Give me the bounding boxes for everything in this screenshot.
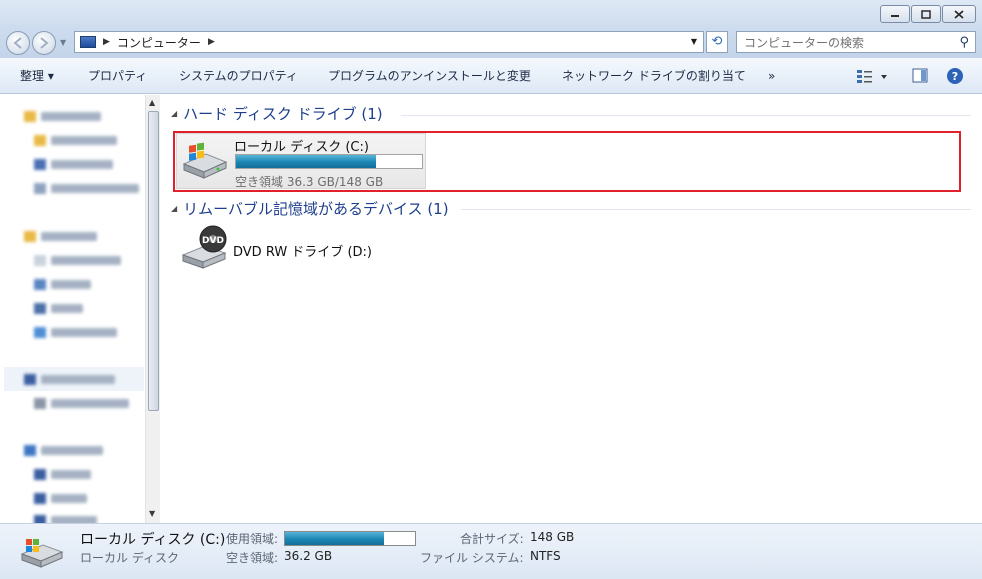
red-highlight-box xyxy=(173,131,961,192)
nav-item[interactable] xyxy=(24,228,97,244)
group-title-removable: リムーバブル記憶域があるデバイス (1) xyxy=(183,200,449,218)
details-fs-value: NTFS xyxy=(530,549,561,563)
nav-item[interactable] xyxy=(34,324,117,340)
nav-scrollbar[interactable]: ▲ ▼ xyxy=(145,95,160,523)
collapse-triangle-icon[interactable]: ◢ xyxy=(171,109,177,118)
title-bar xyxy=(0,0,982,28)
details-free-value: 36.2 GB xyxy=(284,549,333,563)
nav-item[interactable] xyxy=(34,276,91,292)
minimize-icon xyxy=(891,15,899,17)
close-icon xyxy=(954,9,964,19)
search-icon[interactable]: ⚲ xyxy=(959,35,969,50)
breadcrumb-separator-icon[interactable]: ▶ xyxy=(208,37,215,47)
forward-arrow-icon xyxy=(40,37,49,49)
refresh-icon: ⟲ xyxy=(711,34,723,49)
details-total-value: 148 GB xyxy=(530,530,575,544)
details-pane: ローカル ディスク (C:) ローカル ディスク 使用領域: 空き領域: 36.… xyxy=(0,523,982,579)
computer-icon xyxy=(80,36,96,48)
search-placeholder: コンピューターの検索 xyxy=(744,35,865,50)
window-controls xyxy=(880,5,976,23)
group-divider xyxy=(401,115,971,116)
close-button[interactable] xyxy=(942,5,976,23)
minimize-button[interactable] xyxy=(880,5,910,23)
scroll-up-icon[interactable]: ▲ xyxy=(149,98,155,107)
address-row: ▼ ▶ コンピューター ▶ ▼ ⟲ コンピューターの検索 ⚲ xyxy=(0,28,982,58)
navigation-pane: ▲ ▼ xyxy=(0,95,160,526)
address-bar[interactable]: ▶ コンピューター ▶ ▼ xyxy=(74,31,704,53)
preview-pane-button[interactable] xyxy=(911,67,929,85)
maximize-button[interactable] xyxy=(911,5,941,23)
details-total-label: 合計サイズ: xyxy=(460,532,524,546)
back-button[interactable] xyxy=(6,31,30,55)
nav-item[interactable] xyxy=(34,466,91,482)
nav-item[interactable] xyxy=(24,442,103,458)
file-list: ◢ ハード ディスク ドライブ (1) ローカル ディスク (C:) 空き領域 … xyxy=(161,95,982,523)
system-properties-button[interactable]: システムのプロパティ xyxy=(179,58,298,94)
more-commands-button[interactable]: » xyxy=(768,58,775,94)
search-input[interactable]: コンピューターの検索 ⚲ xyxy=(736,31,976,53)
details-type: ローカル ディスク xyxy=(80,551,179,565)
properties-button[interactable]: プロパティ xyxy=(88,58,147,94)
group-header-removable[interactable]: ◢ リムーバブル記憶域があるデバイス (1) xyxy=(171,198,449,219)
breadcrumb-separator-icon[interactable]: ▶ xyxy=(103,37,110,47)
nav-item[interactable] xyxy=(24,108,101,124)
drive-d-name: DVD RW ドライブ (D:) xyxy=(233,245,372,260)
nav-item[interactable] xyxy=(34,395,129,411)
recent-pages-dropdown-icon[interactable]: ▼ xyxy=(60,38,66,47)
collapse-triangle-icon[interactable]: ◢ xyxy=(171,204,177,213)
details-usage-fill xyxy=(285,532,384,545)
hard-drive-icon xyxy=(20,539,64,568)
uninstall-program-button[interactable]: プログラムのアンインストールと変更 xyxy=(328,58,531,94)
group-header-hdd[interactable]: ◢ ハード ディスク ドライブ (1) xyxy=(171,103,383,124)
address-dropdown-icon[interactable]: ▼ xyxy=(691,37,697,46)
nav-scrollbar-thumb[interactable] xyxy=(148,111,159,411)
dvd-drive-icon: DVD xyxy=(181,225,227,269)
organize-button[interactable]: 整理 ▾ xyxy=(20,58,54,94)
svg-text:?: ? xyxy=(952,70,958,83)
scroll-down-icon[interactable]: ▼ xyxy=(149,509,155,518)
nav-item[interactable] xyxy=(34,156,113,172)
nav-item[interactable] xyxy=(34,300,83,316)
view-options-button[interactable] xyxy=(856,67,892,85)
maximize-icon xyxy=(921,9,931,19)
command-bar: 整理 ▾ プロパティ システムのプロパティ プログラムのアンインストールと変更 … xyxy=(0,58,982,94)
help-button[interactable]: ? xyxy=(946,67,964,85)
back-arrow-icon xyxy=(13,37,22,49)
nav-item[interactable] xyxy=(34,252,121,268)
help-icon: ? xyxy=(947,68,963,84)
preview-pane-icon xyxy=(912,68,928,83)
details-fs-label: ファイル システム: xyxy=(420,551,524,565)
details-name: ローカル ディスク (C:) xyxy=(80,532,226,548)
details-usage-bar xyxy=(284,531,416,546)
view-list-icon xyxy=(857,70,887,83)
dvd-badge: DVD xyxy=(202,236,224,246)
forward-button[interactable] xyxy=(32,31,56,55)
group-divider xyxy=(461,209,971,210)
nav-item[interactable] xyxy=(34,132,117,148)
details-free-label: 空き領域: xyxy=(226,551,279,565)
nav-item[interactable] xyxy=(24,371,115,387)
group-title-hdd: ハード ディスク ドライブ (1) xyxy=(183,105,383,123)
breadcrumb-computer[interactable]: コンピューター xyxy=(117,34,201,51)
details-used-label: 使用領域: xyxy=(226,532,279,546)
nav-item[interactable] xyxy=(34,490,87,506)
nav-item[interactable] xyxy=(34,180,139,196)
refresh-button[interactable]: ⟲ xyxy=(706,31,728,53)
drive-d-tile[interactable]: DVD DVD RW ドライブ (D:) xyxy=(176,225,426,273)
map-network-drive-button[interactable]: ネットワーク ドライブの割り当て xyxy=(562,58,746,94)
